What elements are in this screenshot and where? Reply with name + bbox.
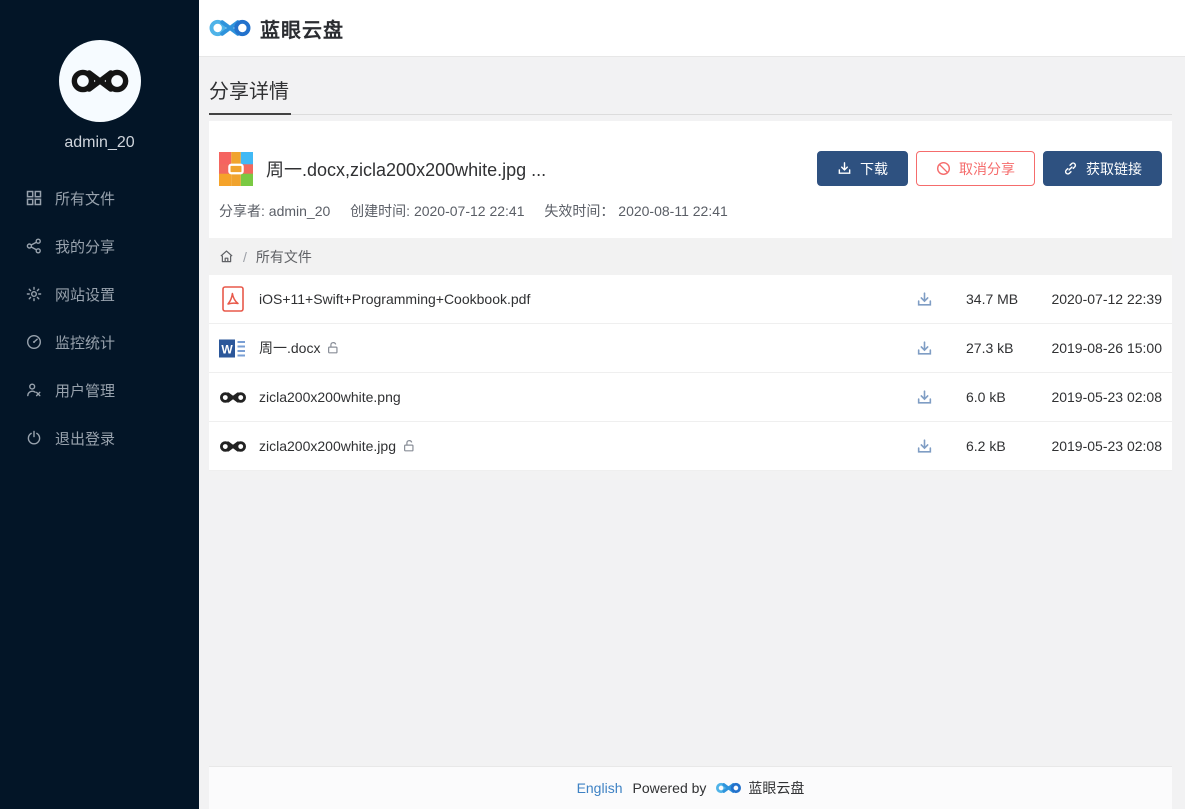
footer-logo-icon xyxy=(716,780,741,796)
sidebar-item-monitor-stats[interactable]: 监控统计 xyxy=(0,318,199,366)
power-icon xyxy=(26,430,42,446)
unlock-icon xyxy=(402,439,416,453)
file-type-icon: W xyxy=(219,389,246,406)
file-type-icon: W xyxy=(219,337,246,360)
footer: English Powered by 蓝眼云盘 xyxy=(209,766,1172,809)
table-row: W iOS+11+Swift+Programming+Cookbook.pdf xyxy=(209,275,1172,324)
share-header: 周一.docx,zicla200x200white.jpg ... 下载 xyxy=(209,121,1172,186)
expire-label: 失效时间： xyxy=(544,203,614,219)
table-row: W zicla200x200white.jpg xyxy=(209,422,1172,471)
row-download-icon[interactable] xyxy=(897,389,952,406)
zicla-logo-icon xyxy=(71,63,129,99)
file-date: 2020-07-12 22:39 xyxy=(1047,291,1162,307)
file-date: 2019-05-23 02:08 xyxy=(1047,389,1162,405)
sidebar-item-label: 用户管理 xyxy=(55,380,115,401)
home-icon[interactable] xyxy=(219,249,234,264)
share-actions: 下载 取消分享 xyxy=(817,151,1162,186)
file-date: 2019-05-23 02:08 xyxy=(1047,438,1162,454)
file-type-icon: W xyxy=(219,438,246,455)
breadcrumb: / 所有文件 xyxy=(209,238,1172,275)
file-name[interactable]: 周一.docx xyxy=(259,338,340,358)
main-area: 蓝眼云盘 分享详情 周一.docx,zicla200x200 xyxy=(199,0,1185,809)
download-button[interactable]: 下载 xyxy=(817,151,908,186)
file-name[interactable]: zicla200x200white.jpg xyxy=(259,438,416,454)
get-link-button[interactable]: 获取链接 xyxy=(1043,151,1162,186)
sidebar-item-logout[interactable]: 退出登录 xyxy=(0,414,199,462)
sharer-value: admin_20 xyxy=(269,203,331,219)
sidebar-item-label: 我的分享 xyxy=(55,236,115,257)
row-download-icon[interactable] xyxy=(897,438,952,455)
sidebar-item-label: 所有文件 xyxy=(55,188,115,209)
page-title: 分享详情 xyxy=(209,75,291,115)
image-thumbnail-icon xyxy=(220,438,246,455)
unlock-icon xyxy=(326,341,340,355)
grid-icon xyxy=(26,190,42,206)
username: admin_20 xyxy=(64,134,134,152)
row-download-icon[interactable] xyxy=(897,340,952,357)
gear-icon xyxy=(26,286,42,302)
sidebar-item-label: 监控统计 xyxy=(55,332,115,353)
sidebar-item-site-settings[interactable]: 网站设置 xyxy=(0,270,199,318)
cancel-share-button-label: 取消分享 xyxy=(959,159,1015,179)
page-title-bar: 分享详情 xyxy=(209,57,1172,115)
file-size: 6.0 kB xyxy=(952,389,1047,405)
file-date: 2019-08-26 15:00 xyxy=(1047,340,1162,356)
breadcrumb-separator: / xyxy=(243,249,247,265)
image-thumbnail-icon xyxy=(220,389,246,406)
file-size: 27.3 kB xyxy=(952,340,1047,356)
share-info: 分享者: admin_20 创建时间: 2020-07-12 22:41 失效时… xyxy=(209,186,1172,238)
footer-brand-link[interactable]: 蓝眼云盘 xyxy=(716,778,804,798)
cancel-share-button[interactable]: 取消分享 xyxy=(916,151,1035,186)
sidebar-item-label: 退出登录 xyxy=(55,428,115,449)
table-row: W zicla200x200white.png xyxy=(209,373,1172,422)
content: 分享详情 周一.docx,zicla200x200white.jpg ... xyxy=(199,57,1185,809)
file-size: 6.2 kB xyxy=(952,438,1047,454)
table-row: W 周一.docx xyxy=(209,324,1172,373)
sidebar-item-user-management[interactable]: 用户管理 xyxy=(0,366,199,414)
breadcrumb-root[interactable]: 所有文件 xyxy=(256,247,312,267)
sidebar-item-my-shares[interactable]: 我的分享 xyxy=(0,222,199,270)
file-name[interactable]: iOS+11+Swift+Programming+Cookbook.pdf xyxy=(259,291,530,307)
sidebar-menu: 所有文件 我的分享 网站设置 xyxy=(0,174,199,462)
get-link-button-label: 获取链接 xyxy=(1086,159,1142,179)
download-icon xyxy=(837,161,852,176)
sidebar: admin_20 所有文件 我的分享 xyxy=(0,0,199,809)
share-icon xyxy=(26,238,42,254)
sharer-label: 分享者: xyxy=(219,203,265,219)
archive-file-icon xyxy=(219,152,253,186)
download-button-label: 下载 xyxy=(860,159,888,179)
footer-brand-label: 蓝眼云盘 xyxy=(748,778,804,798)
brand-title[interactable]: 蓝眼云盘 xyxy=(260,14,344,43)
file-list: W iOS+11+Swift+Programming+Cookbook.pdf xyxy=(209,275,1172,471)
gauge-icon xyxy=(26,334,42,350)
pdf-icon xyxy=(222,286,244,312)
file-type-icon: W xyxy=(219,286,246,312)
share-card: 周一.docx,zicla200x200white.jpg ... 下载 xyxy=(209,121,1172,471)
users-icon xyxy=(26,382,42,398)
expire-value: 2020-08-11 22:41 xyxy=(618,203,728,219)
created-label: 创建时间: xyxy=(350,203,410,219)
sidebar-item-all-files[interactable]: 所有文件 xyxy=(0,174,199,222)
prohibit-icon xyxy=(936,161,951,176)
word-icon: W xyxy=(219,337,246,360)
svg-text:W: W xyxy=(221,342,233,356)
brand-logo-icon[interactable] xyxy=(209,15,251,41)
powered-by-text: Powered by xyxy=(632,780,706,796)
app-header: 蓝眼云盘 xyxy=(199,0,1185,57)
sidebar-item-label: 网站设置 xyxy=(55,284,115,305)
share-title: 周一.docx,zicla200x200white.jpg ... xyxy=(266,156,546,182)
created-value: 2020-07-12 22:41 xyxy=(414,203,525,219)
language-link[interactable]: English xyxy=(577,780,623,796)
file-size: 34.7 MB xyxy=(952,291,1047,307)
file-name[interactable]: zicla200x200white.png xyxy=(259,389,401,405)
avatar[interactable] xyxy=(59,40,141,122)
row-download-icon[interactable] xyxy=(897,291,952,308)
link-icon xyxy=(1063,161,1078,176)
